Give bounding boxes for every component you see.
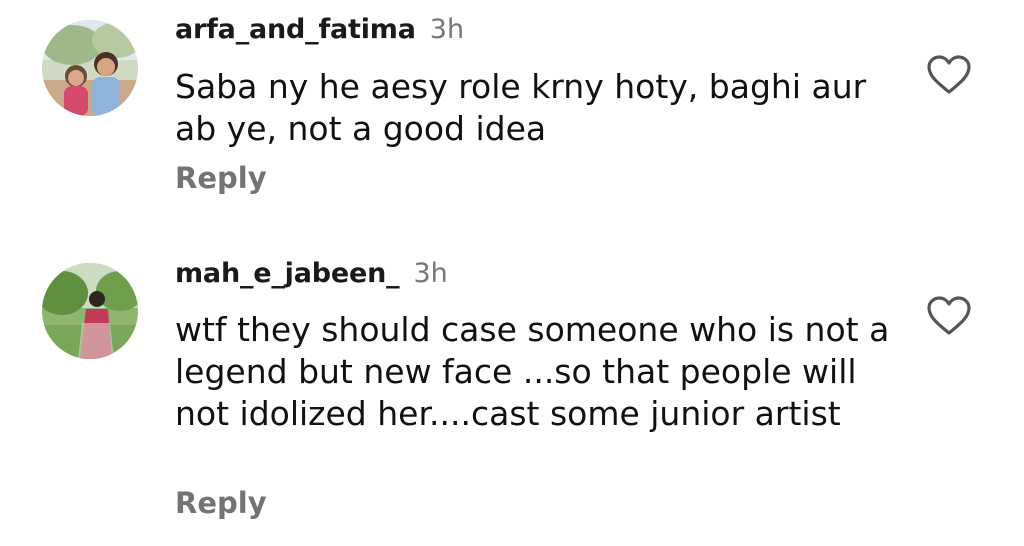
username[interactable]: arfa_and_fatima — [175, 14, 416, 45]
comment-item: arfa_and_fatima 3h Saba ny he aesy role … — [0, 0, 1024, 240]
comment-text: Saba ny he aesy role krny hoty, baghi au… — [175, 67, 867, 148]
comment-header: arfa_and_fatima 3h — [175, 14, 464, 45]
timestamp: 3h — [429, 14, 465, 45]
timestamp: 3h — [413, 258, 448, 289]
comment-header: mah_e_jabeen_ 3h — [175, 258, 448, 289]
avatar[interactable] — [42, 263, 138, 359]
username[interactable]: mah_e_jabeen_ — [175, 258, 400, 289]
heart-outline-icon — [927, 55, 971, 94]
reply-button[interactable]: Reply — [175, 161, 267, 195]
comment-item: mah_e_jabeen_ 3h wtf they should case so… — [0, 240, 1024, 546]
comment-text: wtf they should case someone who is not … — [175, 310, 890, 433]
like-button[interactable] — [926, 54, 972, 96]
reply-button[interactable]: Reply — [175, 486, 267, 520]
avatar[interactable] — [42, 20, 138, 116]
heart-outline-icon — [927, 296, 971, 335]
like-button[interactable] — [926, 295, 972, 337]
